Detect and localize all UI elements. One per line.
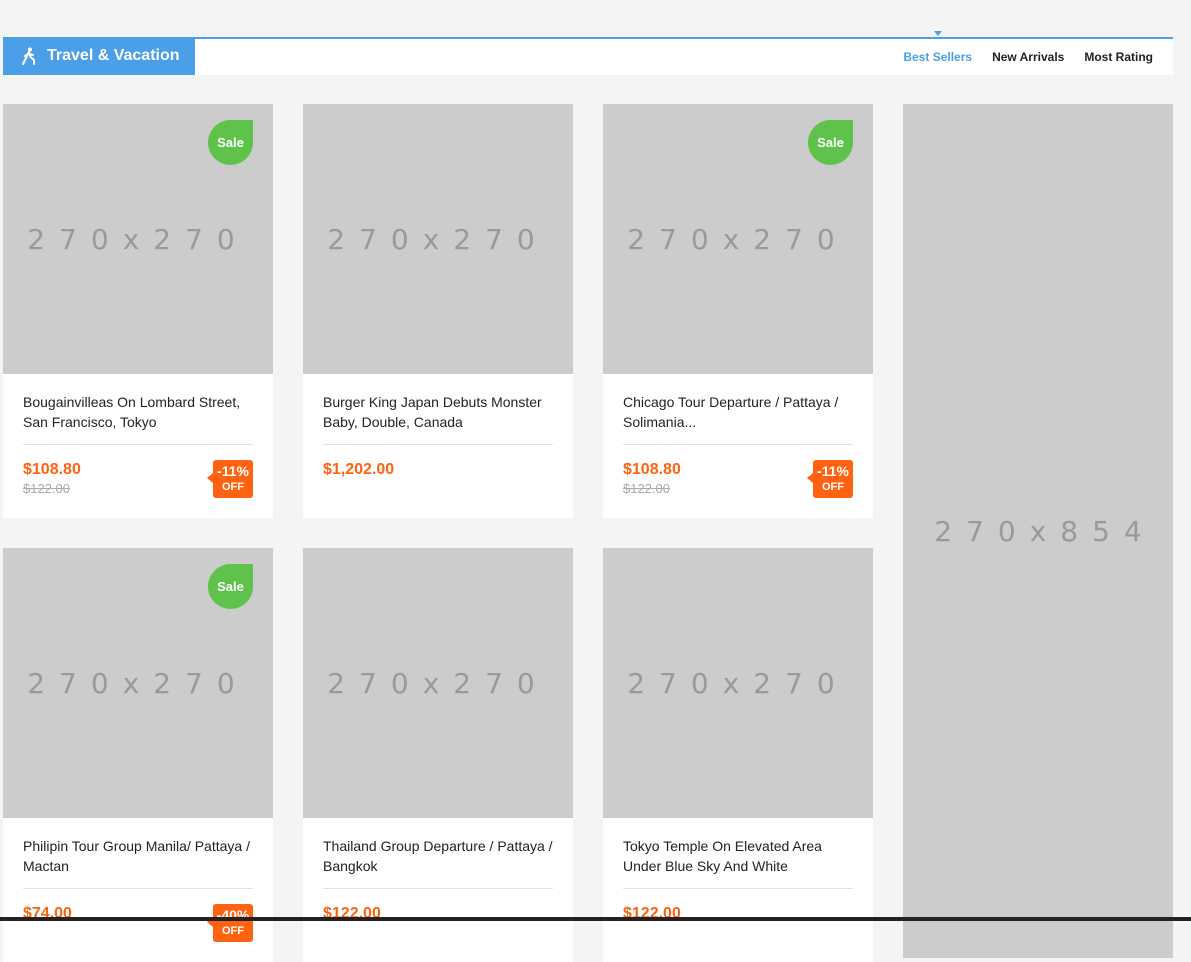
discount-label: OFF — [222, 925, 244, 937]
sale-badge: Sale — [208, 564, 253, 609]
category-title: Travel & Vacation — [47, 47, 180, 64]
discount-percent: -40% — [216, 907, 250, 923]
discount-badge: -40% OFF — [207, 904, 253, 942]
walking-person-icon — [22, 47, 35, 65]
product-card[interactable]: 270x270 Sale Bougainvilleas On Lombard S… — [3, 104, 273, 518]
side-banner[interactable]: 270x854 — [903, 104, 1173, 958]
product-card[interactable]: 270x270 Sale Chicago Tour Departure / Pa… — [603, 104, 873, 518]
product-price: $1,202.00 — [323, 461, 395, 478]
product-name[interactable]: Tokyo Temple On Elevated Area Under Blue… — [623, 836, 853, 889]
discount-badge: -11% OFF — [807, 460, 853, 498]
product-image[interactable]: 270x270 — [603, 548, 873, 818]
category-header: Travel & Vacation Best Sellers New Arriv… — [3, 31, 1173, 75]
product-name[interactable]: Chicago Tour Departure / Pattaya / Solim… — [623, 392, 853, 445]
product-image[interactable]: 270x270 — [303, 548, 573, 818]
filter-tabs: Best Sellers New Arrivals Most Rating — [883, 31, 1153, 75]
sale-badge: Sale — [808, 120, 853, 165]
product-card[interactable]: 270x270 Tokyo Temple On Elevated Area Un… — [603, 548, 873, 962]
discount-badge: -11% OFF — [207, 460, 253, 498]
product-card[interactable]: 270x270 Sale Philipin Tour Group Manila/… — [3, 548, 273, 962]
product-image[interactable]: 270x270 — [303, 104, 573, 374]
discount-label: OFF — [222, 481, 244, 493]
discount-label: OFF — [822, 481, 844, 493]
tab-best-sellers[interactable]: Best Sellers — [903, 31, 972, 64]
product-name[interactable]: Burger King Japan Debuts Monster Baby, D… — [323, 392, 553, 445]
discount-percent: -11% — [217, 463, 249, 479]
category-title-tab[interactable]: Travel & Vacation — [3, 37, 195, 75]
product-name[interactable]: Bougainvilleas On Lombard Street, San Fr… — [23, 392, 253, 445]
discount-percent: -11% — [817, 463, 849, 479]
product-card[interactable]: 270x270 Burger King Japan Debuts Monster… — [303, 104, 573, 518]
sale-badge: Sale — [208, 120, 253, 165]
product-name[interactable]: Philipin Tour Group Manila/ Pattaya / Ma… — [23, 836, 253, 889]
tab-new-arrivals[interactable]: New Arrivals — [992, 50, 1064, 64]
product-name[interactable]: Thailand Group Departure / Pattaya / Ban… — [323, 836, 553, 889]
product-card[interactable]: 270x270 Thailand Group Departure / Patta… — [303, 548, 573, 962]
bottom-edge-bar — [0, 917, 1191, 921]
tab-most-rating[interactable]: Most Rating — [1084, 50, 1153, 64]
